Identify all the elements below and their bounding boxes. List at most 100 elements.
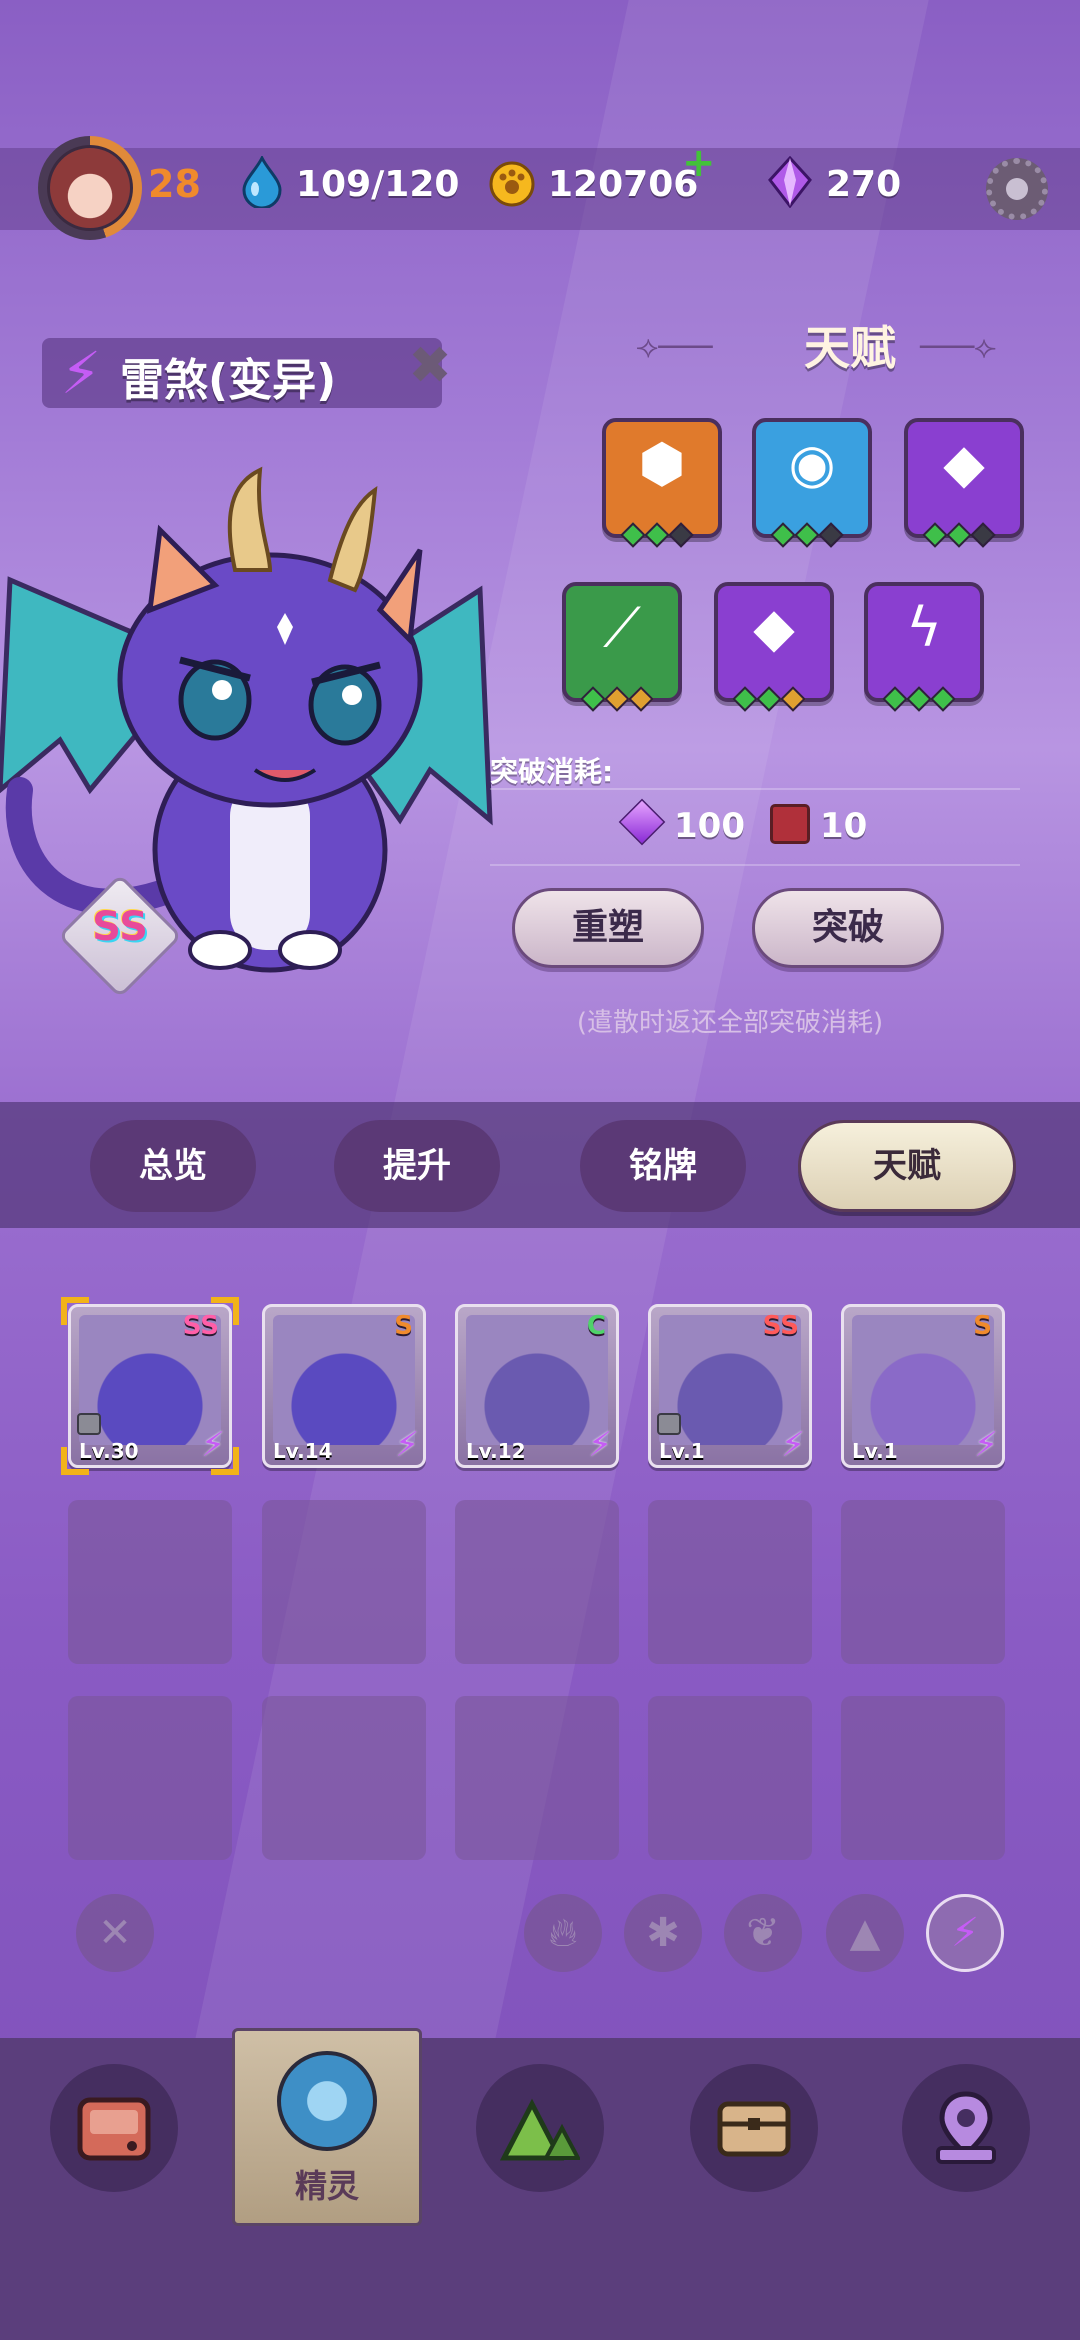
lightning-element-icon: ⚡ [60, 339, 102, 407]
rank-pip [922, 522, 948, 548]
nav-explore[interactable] [476, 2064, 604, 2192]
device-icon [77, 2097, 151, 2161]
pet-card-level: Lv.1 [659, 1439, 705, 1463]
rank-pip [770, 522, 796, 548]
pet-card-grade: C [586, 1311, 606, 1341]
resource-bar: 28 109/120 120706 + 270 [0, 136, 1080, 240]
selection-corner [211, 1447, 239, 1475]
pet-card[interactable]: S Lv.14 ⚡ [262, 1304, 426, 1468]
chest-icon [717, 2101, 791, 2157]
lightning-filter-icon[interactable]: ⚡ [926, 1894, 1004, 1972]
close-icon[interactable]: ✖ [404, 340, 456, 392]
nav-pets[interactable]: 精灵 [232, 2028, 422, 2226]
rank-pip [970, 522, 996, 548]
nav-device[interactable] [50, 2064, 178, 2192]
rank-pip [620, 522, 646, 548]
mountain-icon [500, 2098, 580, 2161]
pet-card-grade: S [394, 1311, 413, 1341]
settings-gear-icon[interactable] [986, 158, 1048, 220]
nav-map[interactable] [902, 2064, 1030, 2192]
rank-pip [780, 686, 806, 712]
clear-filter-icon[interactable]: ✕ [76, 1894, 154, 1972]
talent-tile[interactable]: ⬢ [602, 418, 722, 548]
empty-pet-slot [262, 1696, 426, 1860]
breakthrough-cost-label: 突破消耗: [490, 755, 614, 788]
talent-tile[interactable]: ϟ [864, 582, 984, 712]
rank-pip [756, 686, 782, 712]
tab-talent[interactable]: 天赋 [798, 1120, 1016, 1212]
empty-pet-slot [841, 1696, 1005, 1860]
pet-card[interactable]: SS Lv.30 ⚡ [61, 1297, 239, 1475]
rank-pip [644, 522, 670, 548]
pet-grade-label: SS [92, 904, 148, 950]
rank-pip [604, 686, 630, 712]
refund-hint: (遣散时返还全部突破消耗) [576, 1008, 884, 1038]
fire-filter-icon[interactable]: 🔥︎ [524, 1894, 602, 1972]
earth-filter-icon[interactable]: ▲ [826, 1894, 904, 1972]
ice-filter-icon[interactable]: ✱ [624, 1894, 702, 1972]
empty-pet-slot [262, 1500, 426, 1664]
pet-card[interactable]: C Lv.12 ⚡ [455, 1304, 619, 1468]
rank-pip [580, 686, 606, 712]
talent-rank-pips [770, 522, 844, 548]
leaf-filter-icon[interactable]: ❦ [724, 1894, 802, 1972]
empty-pet-slot [455, 1696, 619, 1860]
gem-count: 270 [826, 164, 902, 205]
talent-title: 天赋 [804, 321, 896, 375]
lightning-element-icon: ⚡ [781, 1425, 805, 1465]
empty-pet-slot [648, 1500, 812, 1664]
tab-upgrade[interactable]: 提升 [334, 1120, 500, 1212]
rank-pip [794, 522, 820, 548]
reshape-button[interactable]: 重塑 [512, 888, 704, 968]
talent-tile[interactable]: ◉ [752, 418, 872, 548]
talent-rank-pips [922, 522, 996, 548]
add-coins-icon[interactable]: + [682, 140, 716, 186]
divider [490, 864, 1020, 866]
talent-rank-pips [580, 686, 654, 712]
pet-card-grade: S [973, 1311, 992, 1341]
rank-pip [732, 686, 758, 712]
player-avatar[interactable] [38, 136, 142, 240]
lightning-element-icon: ⚡ [395, 1425, 419, 1465]
rank-pip [946, 522, 972, 548]
nav-pets-label: 精灵 [294, 2167, 359, 2205]
talent-rank-pips [620, 522, 694, 548]
lock-icon [657, 1413, 681, 1435]
title-ornament-right: ───⟣ [920, 330, 997, 365]
pet-nameplate: ⚡ 雷煞(变异) [42, 338, 442, 408]
lock-icon [77, 1413, 101, 1435]
avatar-face [47, 145, 133, 231]
pet-name: 雷煞(变异) [120, 355, 337, 406]
talent-rank-pips [732, 686, 806, 712]
divider [490, 788, 1020, 790]
map-pin-icon [936, 2091, 996, 2164]
cost-books: 10 [820, 806, 868, 846]
pet-card-level: Lv.1 [852, 1439, 898, 1463]
tab-nameplate[interactable]: 铭牌 [580, 1120, 746, 1212]
talent-tile[interactable]: ⟋ [562, 582, 682, 712]
empty-pet-slot [68, 1696, 232, 1860]
coin-icon [489, 161, 535, 207]
rank-pip [628, 686, 654, 712]
pet-ball-icon [277, 2051, 377, 2151]
coin-count: 120706 [548, 164, 699, 205]
pet-card[interactable]: SS Lv.1 ⚡ [648, 1304, 812, 1468]
breakthrough-button[interactable]: 突破 [752, 888, 944, 968]
cost-gems: 100 [674, 806, 745, 846]
pet-card[interactable]: S Lv.1 ⚡ [841, 1304, 1005, 1468]
rank-pip [882, 686, 908, 712]
talent-tile[interactable]: ◆ [714, 582, 834, 712]
hexagon-icon: ⬢ [638, 432, 686, 495]
nav-inventory[interactable] [690, 2064, 818, 2192]
empty-pet-slot [68, 1500, 232, 1664]
player-level: 28 [148, 162, 201, 206]
selection-corner [211, 1297, 239, 1325]
talent-tile[interactable]: ◆ [904, 418, 1024, 548]
water-drop-icon [242, 156, 282, 208]
talent-book-icon [770, 804, 810, 844]
rank-pip [668, 522, 694, 548]
selection-corner [61, 1447, 89, 1475]
empty-pet-slot [841, 1500, 1005, 1664]
tab-overview[interactable]: 总览 [90, 1120, 256, 1212]
empty-pet-slot [455, 1500, 619, 1664]
